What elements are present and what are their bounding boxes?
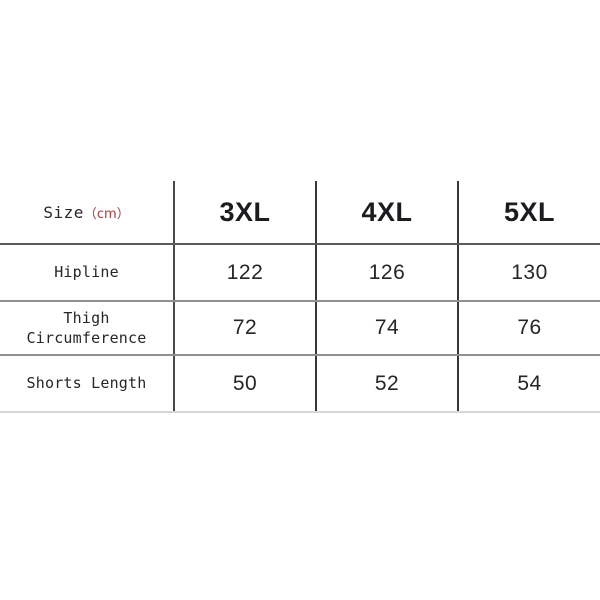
thigh-label-line1: Thigh bbox=[63, 309, 110, 328]
shorts-3xl-text: 50 bbox=[232, 371, 258, 395]
hipline-value-3xl: 122 bbox=[174, 244, 317, 302]
table-header-row: Size（cm） 3XL 4XL 5XL bbox=[0, 181, 600, 245]
size-label-3xl: 3XL bbox=[219, 196, 271, 227]
hipline-4xl-text: 126 bbox=[368, 260, 406, 284]
header-cell-size: Size（cm） bbox=[0, 181, 175, 245]
hipline-5xl-text: 130 bbox=[511, 260, 548, 284]
row-label-thigh-circumference: Thigh Circumference bbox=[0, 301, 175, 356]
shorts-4xl-text: 52 bbox=[374, 371, 400, 395]
size-chart-table: Size（cm） 3XL 4XL 5XL Hipline 122 126 130… bbox=[0, 181, 600, 413]
size-label-4xl: 4XL bbox=[361, 196, 413, 227]
size-label-5xl: 5XL bbox=[503, 196, 556, 227]
table-row-shorts-length: Shorts Length 50 52 54 bbox=[0, 355, 600, 413]
row-label-hipline: Hipline bbox=[0, 244, 175, 302]
row-label-shorts-length: Shorts Length bbox=[0, 355, 175, 413]
header-unit-label: （cm） bbox=[83, 206, 130, 222]
image-canvas: Size（cm） 3XL 4XL 5XL Hipline 122 126 130… bbox=[0, 0, 600, 600]
thigh-label-line2: Circumference bbox=[26, 328, 147, 347]
thigh-value-5xl: 76 bbox=[458, 301, 600, 356]
hipline-value-5xl: 130 bbox=[458, 244, 600, 302]
thigh-5xl-text: 76 bbox=[517, 316, 542, 339]
shorts-value-3xl: 50 bbox=[174, 355, 317, 413]
thigh-4xl-text: 74 bbox=[374, 316, 400, 339]
shorts-5xl-text: 54 bbox=[517, 371, 542, 395]
thigh-value-3xl: 72 bbox=[174, 301, 317, 356]
header-cell-4xl: 4XL bbox=[316, 181, 459, 245]
table-row-hipline: Hipline 122 126 130 bbox=[0, 244, 600, 302]
header-cell-3xl: 3XL bbox=[174, 181, 317, 245]
header-cell-5xl: 5XL bbox=[458, 181, 600, 245]
table-row-thigh-circumference: Thigh Circumference 72 74 76 bbox=[0, 301, 600, 356]
thigh-value-4xl: 74 bbox=[316, 301, 459, 356]
shorts-label-text: Shorts Length bbox=[26, 374, 147, 393]
hipline-3xl-text: 122 bbox=[226, 260, 264, 284]
hipline-value-4xl: 126 bbox=[316, 244, 459, 302]
shorts-value-4xl: 52 bbox=[316, 355, 459, 413]
header-size-label: Size bbox=[43, 202, 84, 222]
thigh-3xl-text: 72 bbox=[232, 316, 258, 339]
hipline-label-text: Hipline bbox=[54, 263, 119, 282]
shorts-value-5xl: 54 bbox=[458, 355, 600, 413]
